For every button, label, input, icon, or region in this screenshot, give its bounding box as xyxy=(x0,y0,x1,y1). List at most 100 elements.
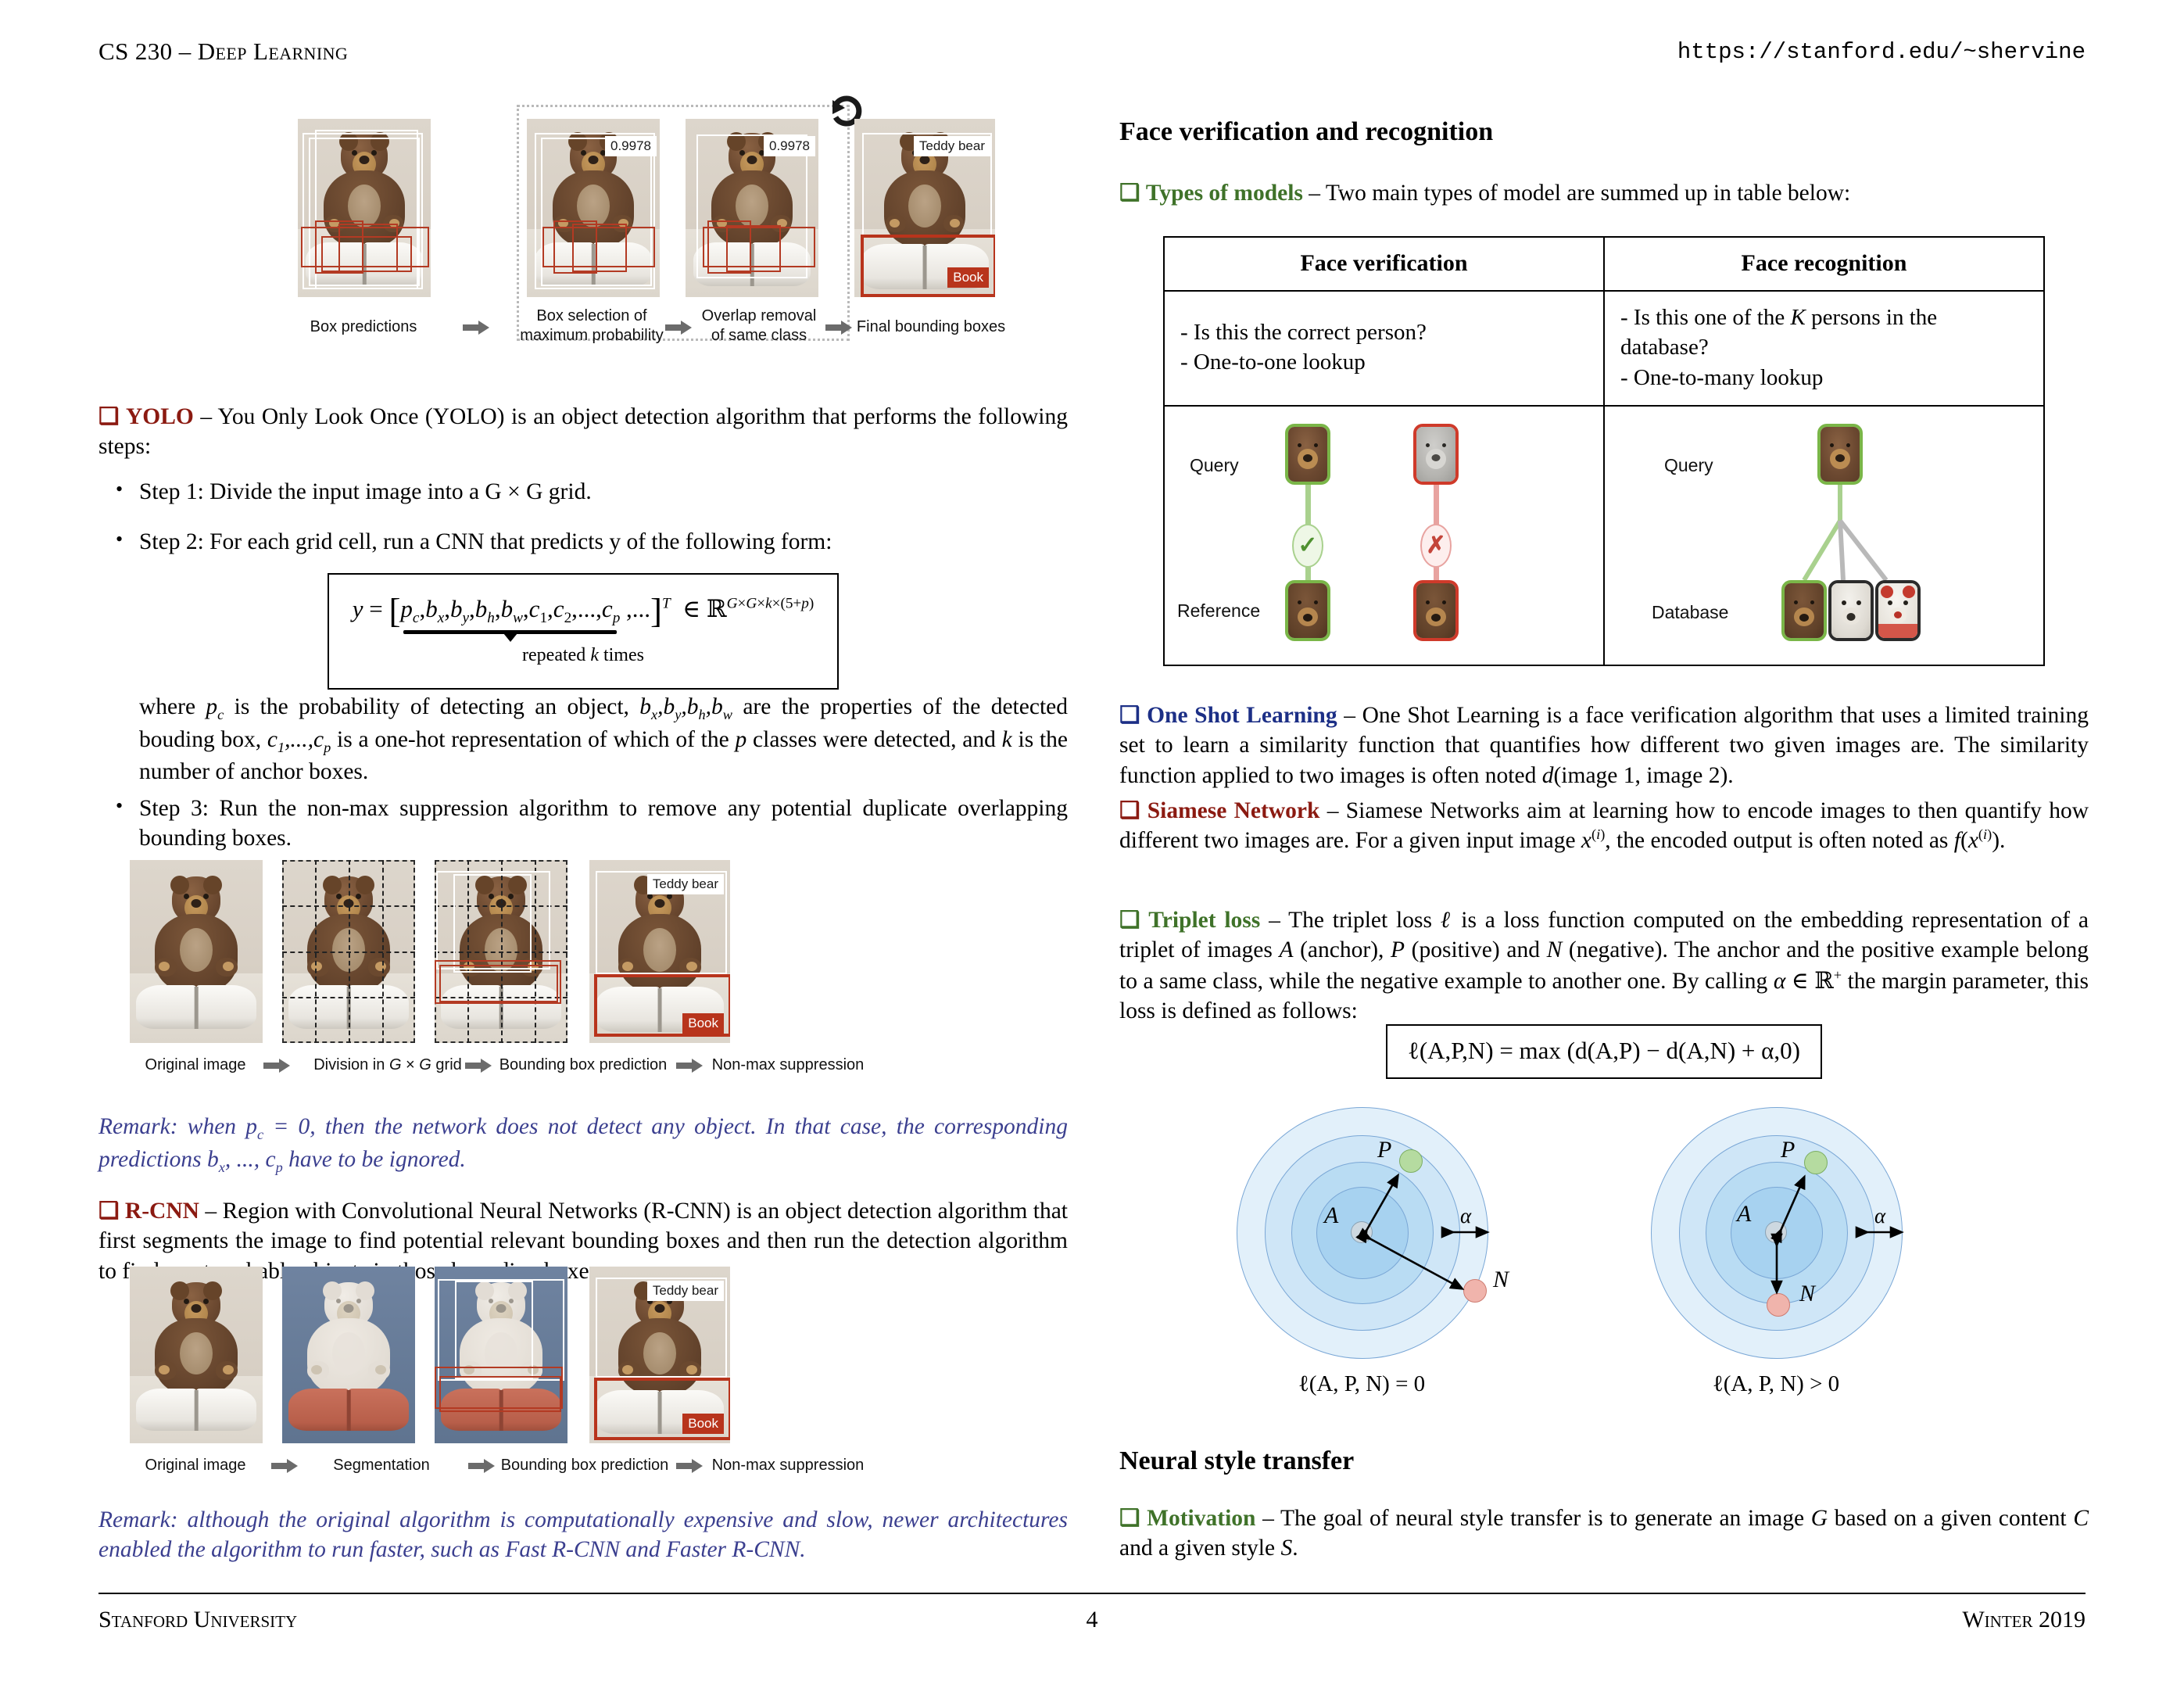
left-column: 0.9978 0.9978 Teddy bear Book Box predic… xyxy=(98,95,1068,1562)
class-label-teddy-3: Teddy bear xyxy=(646,1281,724,1301)
yolo-steps-list: Step 1: Divide the input image into a G … xyxy=(98,476,1068,557)
arrow-right-icon xyxy=(263,1059,290,1073)
class-label-book-1: Book xyxy=(947,267,989,288)
table-row: - Is this the correct person? - One-to-o… xyxy=(1163,290,2045,407)
yolo-paragraph: ❑ YOLO – You Only Look Once (YOLO) is an… xyxy=(98,402,1068,462)
nms-caption-1: Box predictions xyxy=(310,318,417,335)
rcnn-caption-row: Original image Segmentation Bounding box… xyxy=(114,1456,904,1487)
class-label-book-3: Book xyxy=(682,1414,724,1434)
section-title-neural-style-transfer: Neural style transfer xyxy=(1119,1446,1355,1475)
nms-caption-2a: Box selection of xyxy=(536,307,647,324)
footer-university: Stanford University xyxy=(98,1607,298,1632)
recognition-figure-cell: Query Database xyxy=(1603,404,2045,666)
yolo-where-text: where pc is the probability of detecting… xyxy=(139,694,1069,785)
class-label-book-2: Book xyxy=(682,1013,724,1034)
yolo-caption-1: Original image xyxy=(145,1056,246,1073)
rcnn-panel-nms: Teddy bear Book xyxy=(589,1267,730,1443)
score-label-2: 0.9978 xyxy=(764,136,815,156)
motivation-bullet-marker: ❑ xyxy=(1119,1506,1140,1531)
rcnn-caption-2: Segmentation xyxy=(333,1457,430,1474)
yolo-formula-box: y = [pc,bx,by,bh,bw,c1,c2,...,cp ,...]T … xyxy=(327,573,840,690)
recognition-figure: Query Database xyxy=(1605,407,2043,665)
yolo-formula-wrapper: y = [pc,bx,by,bh,bw,c1,c2,...,cp ,...]T … xyxy=(98,573,1068,690)
yolo-step-1: Step 1: Divide the input image into a G … xyxy=(98,476,1068,507)
remark-rcnn-text: Remark: although the original algorithm … xyxy=(98,1507,1068,1563)
positive-label-right: P xyxy=(1781,1137,1796,1163)
page-footer: Stanford University 4 Winter 2019 xyxy=(98,1607,2086,1643)
yolo-pipeline-figure: Teddy bear Book Original image Division … xyxy=(114,860,904,1087)
footer-divider xyxy=(98,1593,2086,1594)
reference-thumb-mismatch xyxy=(1413,579,1459,641)
yolo-step-1-text: Step 1: Divide the input image into a G … xyxy=(139,479,592,504)
yolo-bullet-marker: ❑ xyxy=(98,404,120,429)
yolo-step-3-text: Step 3: Run the non-max suppression algo… xyxy=(139,796,1068,851)
nms-caption-row: Box predictions Box selection of maximum… xyxy=(298,306,1087,353)
motivation-paragraph: ❑ Motivation – The goal of neural style … xyxy=(1119,1506,2089,1561)
class-label-teddy-1: Teddy bear xyxy=(913,136,990,156)
query-thumb-match xyxy=(1285,423,1330,485)
rcnn-pipeline-figure: Teddy bear Book Original image Segmentat… xyxy=(114,1267,904,1493)
triplet-diagram-loss-positive: A P N α ℓ(A, P, N) > 0 xyxy=(1651,1093,1979,1406)
one-shot-paragraph: ❑ One Shot Learning – One Shot Learning … xyxy=(1119,703,2089,788)
types-text: – Two main types of model are summed up … xyxy=(1302,181,1851,206)
arrow-right-icon xyxy=(676,1459,703,1473)
triplet-bullet-marker: ❑ xyxy=(1119,908,1140,933)
label-query-verification: Query xyxy=(1190,454,1239,475)
yolo-step3-list: Step 3: Run the non-max suppression algo… xyxy=(98,793,1068,854)
table-figure-row: Query Reference ✓ ✗ Query Database xyxy=(1163,404,2045,666)
yolo-formula-brace-note: repeated k times xyxy=(522,645,644,665)
rcnn-caption-4: Non-max suppression xyxy=(711,1457,865,1474)
positive-label-left: P xyxy=(1377,1137,1392,1163)
reference-thumb-match xyxy=(1285,579,1330,641)
siamese-paragraph: ❑ Siamese Network – Siamese Networks aim… xyxy=(1119,798,2089,854)
arrow-right-icon xyxy=(271,1459,298,1473)
nms-panel-4: Teddy bear Book xyxy=(854,119,995,297)
arrow-right-icon xyxy=(468,1459,495,1473)
match-check-icon: ✓ xyxy=(1292,523,1323,568)
yolo-caption-3: Bounding box prediction xyxy=(499,1056,668,1073)
yolo-intro-text: – You Only Look Once (YOLO) is an object… xyxy=(98,404,1069,460)
nms-caption-3a: Overlap removal xyxy=(701,307,817,324)
yolo-keyword: YOLO xyxy=(125,404,194,429)
table-header-row: Face verification Face recognition xyxy=(1163,236,2045,292)
triplet-formula-box: ℓ(A,P,N) = max (d(A,P) − d(A,N) + α,0) xyxy=(1386,1024,1822,1079)
negative-label-right: N xyxy=(1799,1281,1816,1306)
triplet-loss-paragraph: ❑ Triplet loss – The triplet loss ℓ is a… xyxy=(1119,908,2089,1024)
verification-figure-cell: Query Reference ✓ ✗ xyxy=(1163,404,1605,666)
yolo-panel-grid xyxy=(282,860,415,1043)
types-keyword: Types of models xyxy=(1145,181,1303,206)
anchor-label-right: A xyxy=(1737,1201,1752,1227)
nms-caption-3b: of same class xyxy=(711,327,807,344)
mismatch-cross-icon: ✗ xyxy=(1420,523,1452,568)
rcnn-panel-segmentation xyxy=(282,1267,415,1443)
table-header-recognition: Face recognition xyxy=(1603,236,2045,292)
nms-caption-2b: maximum probability xyxy=(520,327,664,344)
yolo-formula: y = [pc,bx,by,bh,bw,c1,c2,...,cp ,...]T … xyxy=(353,590,814,642)
siamese-bullet-marker: ❑ xyxy=(1119,798,1140,823)
rcnn-bullet-marker: ❑ xyxy=(98,1199,120,1224)
triplet-keyword: Triplet loss xyxy=(1148,908,1261,933)
negative-label-left: N xyxy=(1493,1267,1509,1292)
yolo-step-2-text: Step 2: For each grid cell, run a CNN th… xyxy=(139,529,832,555)
verification-figure: Query Reference ✓ ✗ xyxy=(1165,407,1603,665)
database-thumb-2 xyxy=(1828,579,1874,641)
arrow-right-icon xyxy=(676,1059,703,1073)
yolo-step-3: Step 3: Run the non-max suppression algo… xyxy=(98,793,1068,854)
database-thumb-1 xyxy=(1781,579,1827,641)
table-header-verification: Face verification xyxy=(1163,236,1605,292)
types-bullet-marker: ❑ xyxy=(1119,181,1140,206)
book-object xyxy=(306,242,423,286)
header-url[interactable]: https://stanford.edu/~shervine xyxy=(1677,39,2086,65)
rcnn-panel-bbox xyxy=(435,1267,567,1443)
label-reference: Reference xyxy=(1177,600,1261,621)
yolo-panel-nms: Teddy bear Book xyxy=(589,860,730,1043)
yolo-step-2: Step 2: For each grid cell, run a CNN th… xyxy=(98,526,1068,557)
one-shot-bullet-marker: ❑ xyxy=(1119,703,1140,728)
rcnn-caption-1: Original image xyxy=(145,1457,246,1474)
alpha-label-left: α xyxy=(1460,1204,1472,1227)
recog-line-1: - Is this one of the K persons in the da… xyxy=(1620,305,1938,360)
siamese-keyword: Siamese Network xyxy=(1147,798,1320,823)
alpha-label-right: α xyxy=(1874,1204,1886,1227)
remark-rcnn: Remark: although the original algorithm … xyxy=(98,1505,1068,1565)
motivation-keyword: Motivation xyxy=(1147,1506,1256,1531)
